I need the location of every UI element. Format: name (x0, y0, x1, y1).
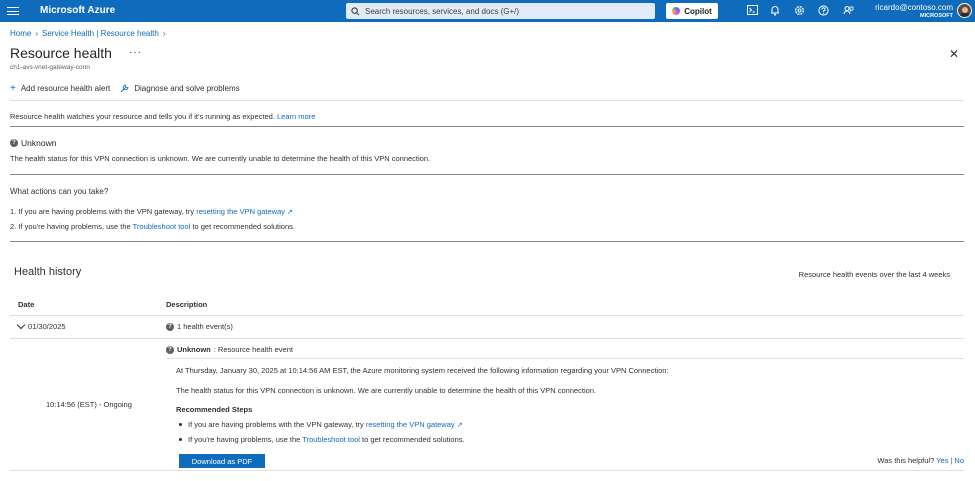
list-item: If you are having problems with the VPN … (179, 420, 463, 429)
helpful-yes-link[interactable]: Yes (936, 456, 948, 465)
unknown-status-icon: ? (166, 345, 174, 354)
diagnose-label: Diagnose and solve problems (134, 84, 240, 93)
menu-icon[interactable] (7, 5, 19, 17)
helpful-no-link[interactable]: No (954, 456, 964, 465)
step-text: If you're having problems, use the (188, 435, 303, 444)
recommended-steps-title: Recommended Steps (176, 405, 253, 414)
divider (10, 241, 964, 242)
health-status: ? Unknown (10, 138, 56, 148)
divider (10, 126, 964, 127)
search-input[interactable] (365, 6, 645, 16)
search-box[interactable] (346, 3, 655, 19)
divider (10, 338, 964, 339)
unknown-status-icon: ? (10, 139, 18, 147)
intro-description: Resource health watches your resource an… (10, 112, 275, 121)
add-alert-button[interactable]: + Add resource health alert (10, 83, 110, 94)
divider (166, 358, 964, 359)
diagnose-button[interactable]: Diagnose and solve problems (120, 83, 240, 94)
step-text-suffix: to get recommended solutions. (359, 435, 465, 444)
external-link-icon: ↗ (287, 209, 293, 216)
actions-heading: What actions can you take? (10, 187, 109, 196)
feedback-prompt: Was this helpful? Yes | No (877, 456, 964, 465)
table-row-toggle[interactable]: 01/30/2025 (16, 320, 66, 331)
action-text-suffix: to get recommended solutions. (190, 222, 295, 231)
breadcrumb-service-health[interactable]: Service Health | Resource health (42, 29, 159, 38)
feedback-icon[interactable] (842, 5, 854, 17)
status-description: The health status for this VPN connectio… (10, 154, 431, 163)
brand-title[interactable]: Microsoft Azure (40, 5, 115, 16)
add-alert-label: Add resource health alert (20, 84, 111, 93)
copilot-label: Copilot (684, 6, 712, 16)
health-history-title: Health history (14, 266, 82, 278)
cloud-shell-icon[interactable] (746, 5, 758, 17)
account-email: ricardo@contoso.com (875, 3, 953, 12)
column-header-date[interactable]: Date (18, 300, 34, 309)
plus-icon: + (10, 83, 16, 94)
search-icon (351, 6, 360, 15)
event-status: Unknown (177, 345, 211, 354)
avatar[interactable] (957, 3, 972, 18)
separator: | (950, 456, 953, 465)
history-range: Resource health events over the last 4 w… (798, 270, 950, 279)
command-bar: + Add resource health alert Diagnose and… (10, 83, 240, 94)
breadcrumb: Home › Service Health | Resource health … (10, 29, 166, 38)
learn-more-link[interactable]: Learn more (277, 112, 315, 121)
help-icon[interactable] (817, 5, 829, 17)
row-date: 01/30/2025 (28, 322, 66, 331)
unknown-status-icon: ? (166, 322, 174, 331)
divider (10, 100, 964, 101)
external-link-icon: ↗ (456, 422, 463, 429)
download-pdf-button[interactable]: Download as PDF (179, 454, 265, 468)
reset-gateway-link[interactable]: resetting the VPN gateway (366, 420, 455, 429)
account-info[interactable]: ricardo@contoso.com MICROSOFT (875, 3, 953, 19)
wrench-icon (120, 84, 129, 93)
divider (10, 315, 964, 316)
page-title: Resource health (10, 45, 112, 61)
breadcrumb-home[interactable]: Home (10, 29, 31, 38)
chevron-right-icon: › (35, 29, 39, 38)
settings-icon[interactable] (793, 5, 805, 17)
row-event-count: ? 1 health event(s) (166, 322, 233, 331)
reset-gateway-link[interactable]: resetting the VPN gateway (196, 207, 285, 216)
action-item: 2. If you're having problems, use the Tr… (10, 222, 295, 231)
event-type: : Resource health event (213, 345, 293, 354)
step-text: If you are having problems with the VPN … (188, 420, 366, 429)
chevron-down-icon (16, 320, 26, 330)
troubleshoot-link[interactable]: Troubleshoot tool (302, 435, 360, 444)
troubleshoot-link[interactable]: Troubleshoot tool (133, 222, 191, 231)
notifications-icon[interactable] (769, 5, 781, 17)
top-bar: Microsoft Azure Copilot ricardo@contoso.… (0, 0, 975, 22)
action-text: 1. If you are having problems with the V… (10, 207, 197, 216)
list-item: If you're having problems, use the Troub… (179, 435, 465, 444)
helpful-question: Was this helpful? (877, 456, 935, 465)
divider (10, 174, 964, 175)
copilot-icon (672, 7, 681, 15)
event-message: At Thursday, January 30, 2025 at 10:14:5… (176, 366, 669, 375)
action-text: 2. If you're having problems, use the (10, 222, 133, 231)
event-count-label: 1 health event(s) (177, 322, 233, 331)
more-options-button[interactable]: ··· (129, 47, 142, 58)
column-header-description[interactable]: Description (166, 300, 207, 309)
status-label: Unknown (21, 138, 57, 148)
divider (10, 470, 964, 471)
event-time: 10:14:56 (EST) - Ongoing (46, 400, 132, 409)
event-status-detail: The health status for this VPN connectio… (176, 386, 597, 395)
chevron-right-icon: › (162, 29, 166, 38)
intro-text: Resource health watches your resource an… (10, 112, 315, 121)
account-tenant: MICROSOFT (920, 13, 953, 19)
action-item: 1. If you are having problems with the V… (10, 207, 293, 216)
close-icon[interactable]: ✕ (949, 47, 959, 61)
event-heading: ? Unknown : Resource health event (166, 345, 293, 354)
copilot-button[interactable]: Copilot (666, 3, 718, 19)
resource-name: ch1-avs-vnet-gateway-conn (10, 64, 90, 71)
